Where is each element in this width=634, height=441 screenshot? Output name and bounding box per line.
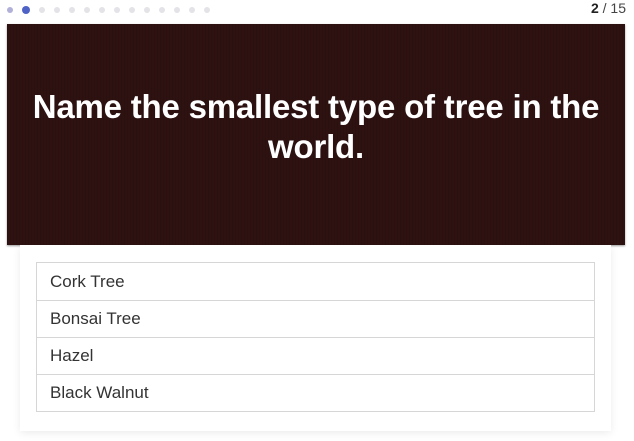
answer-option[interactable]: Cork Tree — [37, 263, 594, 301]
progress-dot — [129, 7, 135, 13]
progress-dot — [204, 7, 210, 13]
answers-panel: Cork Tree Bonsai Tree Hazel Black Walnut — [20, 245, 611, 431]
answer-list: Cork Tree Bonsai Tree Hazel Black Walnut — [36, 262, 595, 412]
progress-dots — [7, 6, 219, 14]
answer-option[interactable]: Hazel — [37, 338, 594, 375]
current-question-number: 2 — [590, 0, 599, 16]
progress-dot — [114, 7, 120, 13]
total-questions: 15 — [610, 0, 626, 16]
question-counter: 2 / 15 — [591, 0, 626, 16]
question-text: Name the smallest type of tree in the wo… — [32, 88, 600, 165]
progress-dot — [39, 7, 45, 13]
progress-dot — [159, 7, 165, 13]
counter-separator: / — [602, 0, 607, 16]
question-card: Name the smallest type of tree in the wo… — [7, 24, 625, 245]
progress-dot — [99, 7, 105, 13]
quiz-page: 2 / 15 Name the smallest type of tree in… — [0, 0, 634, 441]
answer-option[interactable]: Black Walnut — [37, 375, 594, 412]
progress-dot — [84, 7, 90, 13]
progress-dot — [54, 7, 60, 13]
progress-dot-current — [22, 6, 30, 14]
answer-option[interactable]: Bonsai Tree — [37, 301, 594, 338]
progress-dot — [174, 7, 180, 13]
progress-dot — [69, 7, 75, 13]
progress-dot — [189, 7, 195, 13]
progress-dot — [7, 7, 13, 13]
progress-dot — [144, 7, 150, 13]
